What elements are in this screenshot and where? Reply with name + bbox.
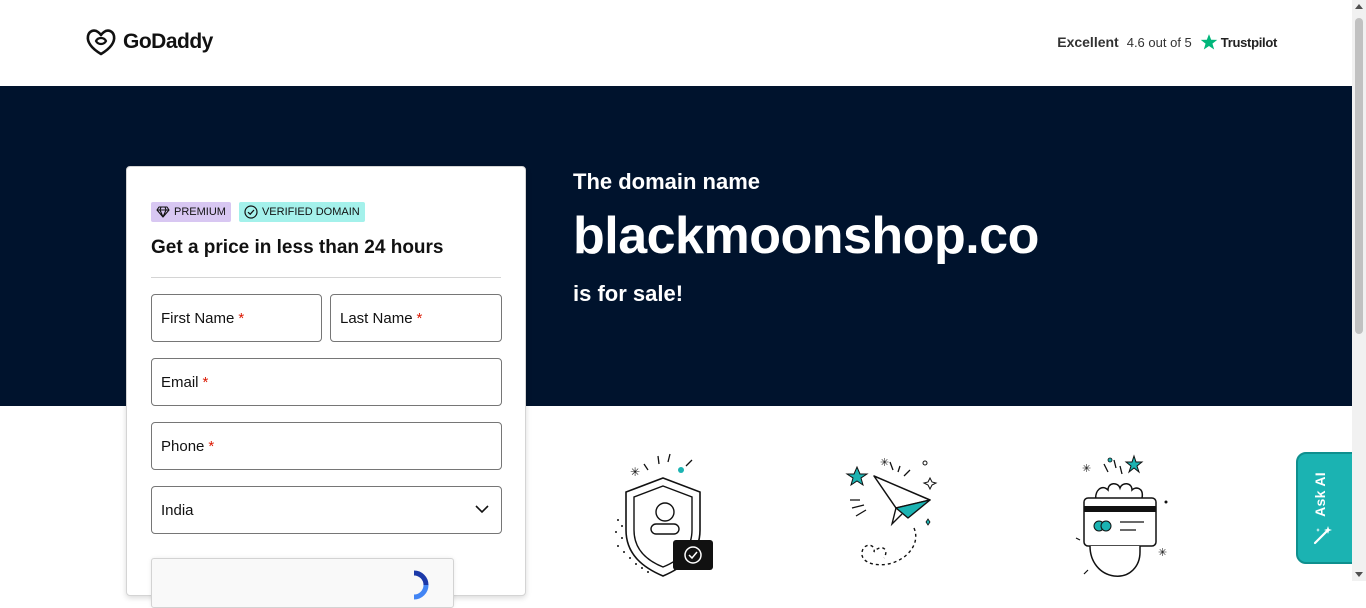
- security-shield-icon: ✳: [615, 453, 713, 577]
- magic-wand-icon: [1313, 526, 1332, 545]
- godaddy-logo-icon: [86, 29, 116, 56]
- badge-row: PREMIUM VERIFIED DOMAIN: [151, 202, 365, 222]
- paper-plane-icon: ✳: [845, 457, 938, 566]
- star-icon: [1200, 34, 1218, 50]
- trust-score: 4.6 out of 5: [1126, 34, 1192, 50]
- premium-badge: PREMIUM: [151, 202, 231, 222]
- required-mark: *: [416, 309, 423, 327]
- svg-text:✳: ✳: [880, 457, 889, 469]
- last-name-placeholder: Last Name: [340, 309, 413, 327]
- check-circle-icon: [244, 205, 258, 219]
- chevron-down-icon: [475, 505, 489, 514]
- required-mark: *: [208, 437, 215, 455]
- hero-subtitle: The domain name: [573, 169, 761, 194]
- verified-badge-label: VERIFIED DOMAIN: [261, 206, 360, 218]
- trustpilot-label: Trustpilot: [1220, 34, 1278, 50]
- phone-placeholder: Phone: [161, 437, 205, 455]
- form-divider: [151, 277, 501, 278]
- first-name-placeholder: First Name: [161, 309, 235, 327]
- vertical-scrollbar[interactable]: [1352, 0, 1366, 581]
- ask-ai-button[interactable]: Ask AI: [1296, 452, 1358, 564]
- phone-field[interactable]: Phone *: [151, 422, 502, 470]
- logo-wordmark: GoDaddy: [123, 30, 213, 53]
- email-field[interactable]: Email *: [151, 358, 502, 406]
- trustpilot-rating[interactable]: Excellent 4.6 out of 5 Trustpilot: [1057, 33, 1277, 51]
- last-name-field[interactable]: Last Name *: [330, 294, 502, 342]
- svg-text:✳: ✳: [1158, 547, 1167, 559]
- scroll-down-arrow-icon[interactable]: [1355, 572, 1363, 577]
- ask-ai-label: Ask AI: [1312, 472, 1328, 517]
- country-select[interactable]: India: [151, 486, 502, 534]
- verified-badge: VERIFIED DOMAIN: [238, 202, 365, 222]
- payment-card-icon: ✳ ✳: [1075, 454, 1168, 577]
- hero-tagline: is for sale!: [573, 281, 684, 306]
- recaptcha-widget[interactable]: [151, 558, 454, 608]
- svg-text:✳: ✳: [1082, 463, 1091, 475]
- trustpilot-brand: Trustpilot: [1200, 33, 1277, 51]
- diamond-icon: [156, 206, 170, 218]
- required-mark: *: [202, 373, 209, 391]
- domain-name: blackmoonshop.co: [573, 207, 1039, 265]
- country-selected: India: [161, 501, 194, 519]
- recaptcha-icon: [413, 570, 429, 600]
- trust-label: Excellent: [1057, 34, 1119, 50]
- email-placeholder: Email: [161, 373, 199, 391]
- required-mark: *: [238, 309, 245, 327]
- form-title: Get a price in less than 24 hours: [151, 237, 444, 258]
- site-header: GoDaddy Excellent 4.6 out of 5 Trustpilo…: [0, 0, 1352, 86]
- price-request-form: PREMIUM VERIFIED DOMAIN Get a price in l…: [126, 166, 526, 608]
- svg-text:✳: ✳: [630, 465, 640, 479]
- first-name-field[interactable]: First Name *: [151, 294, 322, 342]
- scrollbar-thumb[interactable]: [1355, 18, 1363, 334]
- godaddy-logo[interactable]: GoDaddy: [85, 28, 213, 56]
- premium-badge-label: PREMIUM: [174, 206, 226, 218]
- scroll-up-arrow-icon[interactable]: [1355, 4, 1363, 9]
